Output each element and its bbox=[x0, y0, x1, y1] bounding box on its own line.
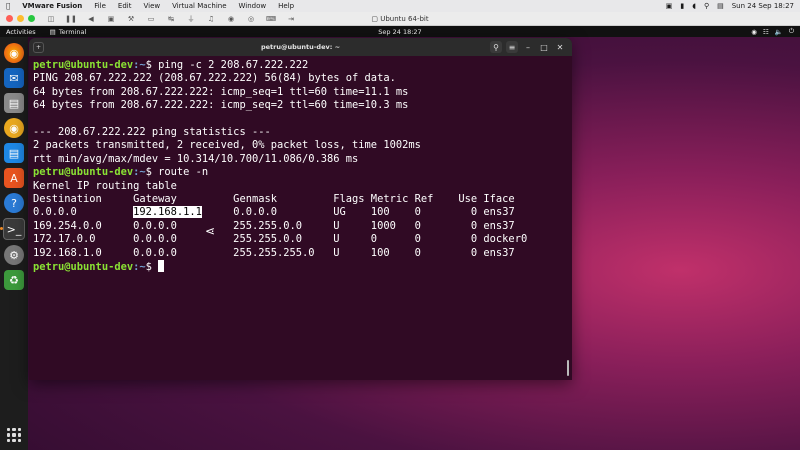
control-center-icon[interactable]: ▤ bbox=[717, 2, 724, 10]
battery-icon[interactable]: ▮ bbox=[680, 2, 684, 10]
close-icon[interactable]: ✕ bbox=[554, 41, 566, 53]
output-line: rtt min/avg/max/mdev = 10.314/10.700/11.… bbox=[33, 152, 359, 165]
vmware-toolbar: ◫ ❚❚ ◀ ▣ ⚒ ▭ ↹ ⏚ ♫ ◉ ◎ ⌨ ⇥ ▢ Ubuntu 64-b… bbox=[0, 12, 800, 26]
search-icon[interactable]: ⚲ bbox=[704, 2, 709, 10]
sidebar-toggle-icon[interactable]: ◫ bbox=[45, 14, 57, 23]
menu-edit[interactable]: Edit bbox=[118, 2, 132, 10]
status-area: ▣ ▮ ◖ ⚲ ▤ Sun 24 Sep 18:27 bbox=[666, 2, 794, 10]
menu-virtual-machine[interactable]: Virtual Machine bbox=[172, 2, 226, 10]
close-window-button[interactable] bbox=[6, 15, 13, 22]
terminal-icon[interactable]: >_ bbox=[0, 218, 25, 240]
rhythmbox-icon[interactable]: ◉ bbox=[4, 118, 24, 138]
output-line: 2 packets transmitted, 2 received, 0% pa… bbox=[33, 139, 421, 152]
terminal-scrollbar[interactable] bbox=[567, 360, 569, 376]
minimize-window-button[interactable] bbox=[17, 15, 24, 22]
terminal-controls: ⚲ ≡ – □ ✕ bbox=[490, 41, 566, 53]
keyboard-icon[interactable]: ⌨ bbox=[265, 14, 277, 23]
thunderbird-icon[interactable]: ✉ bbox=[4, 68, 24, 88]
usb-icon[interactable]: ⏚ bbox=[185, 14, 197, 23]
apple-icon[interactable]:  bbox=[6, 2, 10, 10]
minimize-icon[interactable]: – bbox=[522, 41, 534, 53]
vm-icon: ▢ bbox=[371, 14, 381, 23]
routing-row-3: 172.17.0.0 0.0.0.0 255.255.0.0 U 0 0 0 d… bbox=[33, 233, 528, 246]
prompt-user: petru@ubuntu-dev bbox=[33, 166, 134, 179]
vm-window-title: ▢ Ubuntu 64-bit bbox=[0, 15, 800, 23]
mac-menubar:  VMware Fusion File Edit View Virtual M… bbox=[0, 0, 800, 12]
output-line: 64 bytes from 208.67.222.222: icmp_seq=1… bbox=[33, 85, 409, 98]
share-icon[interactable]: ⇥ bbox=[285, 14, 297, 23]
window-controls bbox=[6, 15, 35, 22]
app-center-icon[interactable]: A bbox=[4, 168, 24, 188]
command-route: route -n bbox=[158, 166, 209, 179]
ubuntu-topbar: Activities ▤ Terminal Sep 24 18:27 ◉ ☷ 🔈… bbox=[0, 26, 800, 37]
prompt-path: :~ bbox=[133, 59, 146, 71]
terminal-header[interactable]: + petru@ubuntu-dev: ~ ⚲ ≡ – □ ✕ bbox=[29, 38, 572, 56]
cd-icon[interactable]: ◎ bbox=[245, 14, 257, 23]
menubar-clock[interactable]: Sun 24 Sep 18:27 bbox=[732, 2, 794, 10]
prompt-user: petru@ubuntu-dev bbox=[33, 59, 134, 71]
wrench-icon[interactable]: ⚒ bbox=[125, 14, 137, 23]
routing-row-4: 192.168.1.0 0.0.0.0 255.255.255.0 U 100 … bbox=[33, 246, 515, 259]
back-icon[interactable]: ◀ bbox=[85, 14, 97, 23]
search-icon[interactable]: ⚲ bbox=[490, 41, 502, 53]
firefox-icon[interactable]: ◉ bbox=[4, 43, 24, 63]
prompt-symbol: $ bbox=[145, 59, 159, 71]
display-icon[interactable]: ▭ bbox=[145, 14, 157, 23]
output-line: 64 bytes from 208.67.222.222: icmp_seq=2… bbox=[33, 99, 409, 112]
route-rest: 0.0.0.0 UG 100 0 0 ens37 bbox=[201, 206, 515, 219]
prompt-line-3: petru@ubuntu-dev:~$ bbox=[33, 260, 568, 274]
camera-icon[interactable]: ◉ bbox=[225, 14, 237, 23]
mouse-ibeam-icon: ⋖ bbox=[205, 224, 216, 238]
prompt-line-2: petru@ubuntu-dev:~$ route -n bbox=[33, 166, 568, 179]
menu-window[interactable]: Window bbox=[239, 2, 267, 10]
routing-table-header: Destination Gateway Genmask Flags Metric… bbox=[33, 193, 515, 206]
terminal-window[interactable]: + petru@ubuntu-dev: ~ ⚲ ≡ – □ ✕ petru@ub… bbox=[29, 38, 572, 380]
files-icon[interactable]: ▤ bbox=[4, 93, 24, 113]
output-line: PING 208.67.222.222 (208.67.222.222) 56(… bbox=[33, 72, 396, 85]
maximize-icon[interactable]: □ bbox=[538, 41, 550, 53]
prompt-user: petru@ubuntu-dev bbox=[33, 261, 134, 274]
routing-row-1: 0.0.0.0 192.168.1.1 0.0.0.0 UG 100 0 0 e… bbox=[33, 206, 568, 219]
snapshot-icon[interactable]: ▣ bbox=[105, 14, 117, 23]
prompt-line-1: petru@ubuntu-dev:~$ ping -c 2 208.67.222… bbox=[33, 59, 568, 72]
menu-icon[interactable]: ≡ bbox=[506, 41, 518, 53]
sound-icon[interactable]: ♫ bbox=[205, 14, 217, 23]
prompt-path: :~ bbox=[133, 261, 146, 274]
wifi-icon[interactable]: ◖ bbox=[692, 2, 696, 10]
show-apps-icon[interactable] bbox=[7, 428, 21, 442]
routing-row-2: 169.254.0.0 0.0.0.0 255.255.0.0 U 1000 0… bbox=[33, 219, 515, 232]
ubuntu-clock-wrap: Sep 24 18:27 bbox=[0, 28, 800, 36]
trash-icon[interactable]: ♻ bbox=[4, 270, 24, 290]
ubuntu-dock: ◉ ✉ ▤ ◉ ▤ A ? >_ ⚙ ♻ bbox=[0, 37, 28, 450]
command-ping: ping -c 2 208.67.222.222 bbox=[158, 59, 309, 71]
prompt-symbol: $ bbox=[145, 166, 159, 179]
text-cursor bbox=[158, 260, 165, 273]
output-line: --- 208.67.222.222 ping statistics --- bbox=[33, 126, 271, 139]
network-icon[interactable]: ↹ bbox=[165, 14, 177, 23]
menu-file[interactable]: File bbox=[94, 2, 106, 10]
menu-view[interactable]: View bbox=[143, 2, 160, 10]
output-line: Kernel IP routing table bbox=[33, 179, 177, 192]
vm-title-text: Ubuntu 64-bit bbox=[380, 14, 429, 23]
route-destination: 0.0.0.0 bbox=[33, 206, 134, 219]
zoom-window-button[interactable] bbox=[28, 15, 35, 22]
menu-help[interactable]: Help bbox=[278, 2, 294, 10]
selected-gateway[interactable]: 192.168.1.1 bbox=[133, 206, 202, 219]
help-icon[interactable]: ? bbox=[4, 193, 24, 213]
vmware-status-icon[interactable]: ▣ bbox=[666, 2, 673, 10]
prompt-path: :~ bbox=[133, 166, 146, 179]
pause-icon[interactable]: ❚❚ bbox=[65, 14, 77, 23]
settings-icon[interactable]: ⚙ bbox=[4, 245, 24, 265]
ubuntu-clock[interactable]: Sep 24 18:27 bbox=[378, 28, 421, 36]
terminal-output[interactable]: petru@ubuntu-dev:~$ ping -c 2 208.67.222… bbox=[29, 56, 572, 278]
prompt-symbol: $ bbox=[145, 261, 159, 274]
writer-icon[interactable]: ▤ bbox=[4, 143, 24, 163]
app-menu-vmware[interactable]: VMware Fusion bbox=[22, 2, 82, 10]
output-line-blank: ​ bbox=[33, 113, 568, 126]
